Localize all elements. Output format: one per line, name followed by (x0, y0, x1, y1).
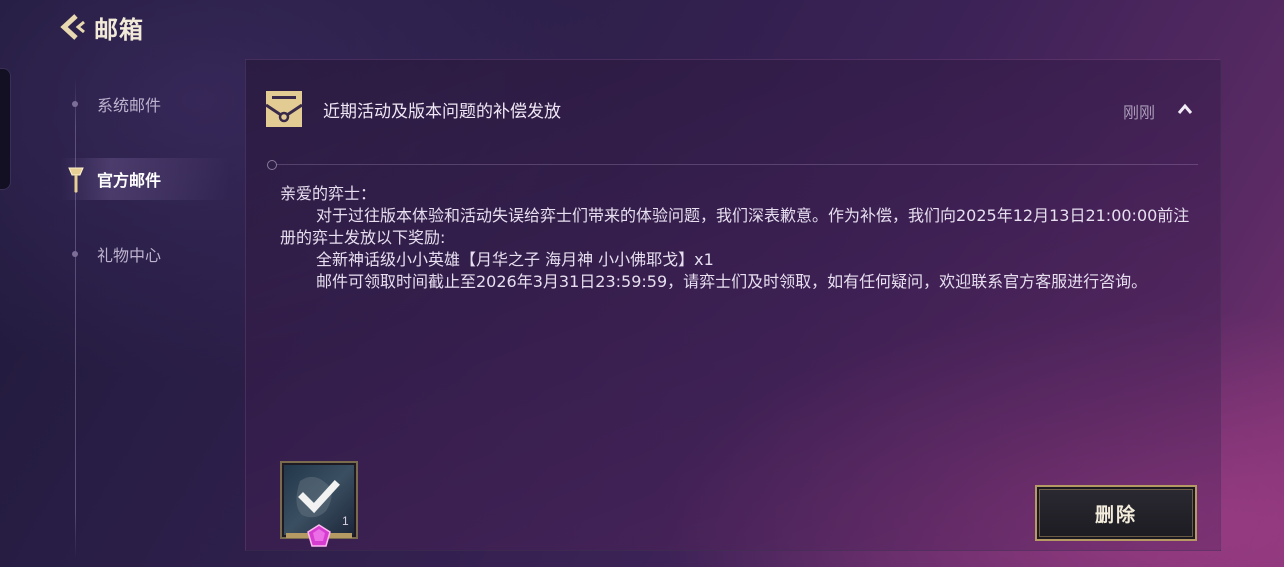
attachment-item[interactable]: 1 (280, 461, 358, 547)
torch-icon (66, 165, 86, 193)
chevron-left-icon[interactable] (58, 12, 88, 42)
mail-title: 近期活动及版本问题的补偿发放 (323, 102, 561, 122)
delete-button[interactable]: 删除 (1035, 485, 1197, 541)
mail-envelope-icon (264, 89, 304, 129)
mail-timestamp: 刚刚 (1123, 103, 1156, 122)
nav-item-label: 礼物中心 (97, 246, 162, 265)
pink-gem-icon (307, 524, 331, 547)
nav-item-official-mail[interactable]: 官方邮件 (60, 158, 240, 200)
side-drawer-tab[interactable] (0, 68, 11, 190)
mail-paragraph: 邮件可领取时间截止至2026年3月31日23:59:59，请弈士们及时领取，如有… (316, 272, 1148, 291)
attachment-count: 1 (342, 514, 349, 528)
nav-dot (72, 251, 78, 257)
mail-paragraph: 对于过往版本体验和活动失误给弈士们带来的体验问题，我们深表歉意。作为补偿，我们向… (280, 206, 1190, 247)
mail-divider (268, 164, 1198, 165)
delete-button-label: 删除 (1094, 503, 1137, 526)
nav-dot (72, 101, 78, 107)
mail-reward-line: 全新神话级小小英雄【月华之子 海月神 小小佛耶戈】x1 (316, 250, 714, 269)
page-title: 邮箱 (94, 15, 144, 44)
mail-category-nav: 系统邮件 官方邮件 礼物中心 (60, 68, 240, 558)
nav-item-label: 官方邮件 (97, 171, 162, 190)
mail-greeting: 亲爱的弈士： (280, 184, 377, 203)
nav-item-system-mail[interactable]: 系统邮件 (60, 89, 240, 119)
nav-timeline-line (75, 78, 76, 558)
chevron-up-icon[interactable] (1175, 99, 1195, 119)
checkmark-icon (298, 480, 340, 514)
mail-header[interactable]: 近期活动及版本问题的补偿发放 刚刚 (246, 60, 1220, 160)
mail-body: 亲爱的弈士： 对于过往版本体验和活动失误给弈士们带来的体验问题，我们深表歉意。作… (280, 183, 1195, 293)
nav-item-gift-center[interactable]: 礼物中心 (60, 239, 240, 269)
page-header: 邮箱 (58, 10, 144, 44)
divider-knob (267, 160, 277, 170)
nav-item-label: 系统邮件 (97, 96, 162, 115)
mail-detail-panel: 近期活动及版本问题的补偿发放 刚刚 亲爱的弈士： 对于过往版本体验和活动失误给弈… (245, 59, 1221, 551)
